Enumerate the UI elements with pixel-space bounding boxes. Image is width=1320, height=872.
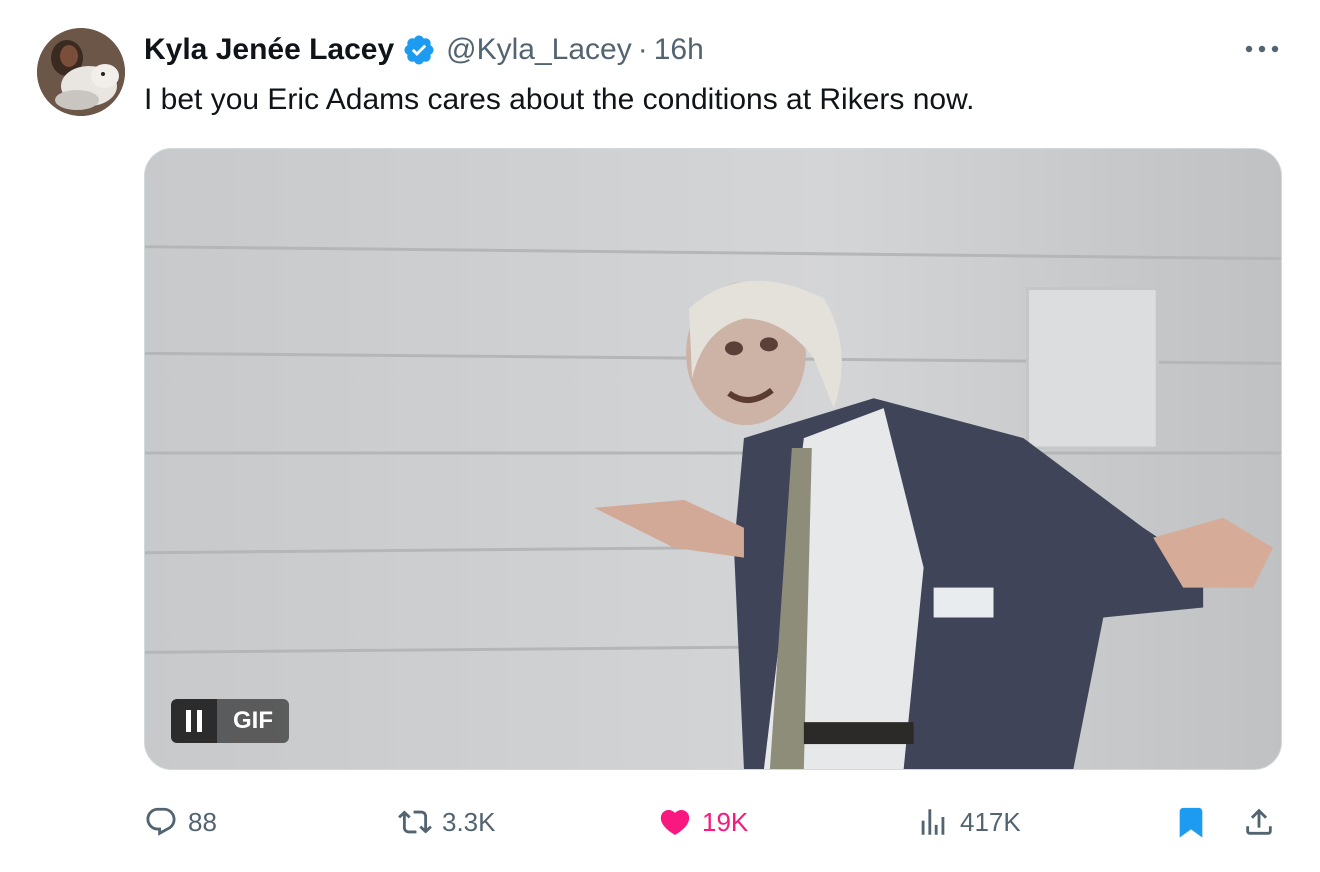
tweet-header: Kyla Jenée Lacey @Kyla_Lacey · 16h	[144, 30, 704, 70]
like-button[interactable]: 19K	[658, 800, 748, 844]
views-chart-icon	[921, 809, 945, 835]
share-button[interactable]	[1242, 800, 1276, 844]
views-button[interactable]: 417K	[916, 800, 1021, 844]
more-dots-icon[interactable]	[1240, 34, 1284, 64]
tweet-card: Kyla Jenée Lacey @Kyla_Lacey · 16h I bet…	[0, 0, 1320, 872]
tweet-actions: 88 3.3K 19K 417K	[144, 800, 1284, 844]
tweet-timestamp[interactable]: 16h	[654, 33, 704, 67]
verified-badge-icon[interactable]	[402, 33, 436, 67]
reply-button[interactable]: 88	[144, 800, 217, 844]
gif-badge: GIF	[171, 699, 289, 743]
retweet-icon	[398, 810, 432, 834]
gif-label: GIF	[217, 699, 289, 743]
pause-icon[interactable]	[171, 699, 217, 743]
share-icon	[1246, 808, 1272, 835]
bookmark-icon	[1179, 807, 1203, 838]
reply-icon	[146, 807, 176, 836]
views-count: 417K	[960, 806, 1021, 837]
retweet-count: 3.3K	[442, 806, 496, 837]
header-separator: ·	[637, 33, 648, 66]
heart-icon	[660, 809, 690, 835]
author-handle[interactable]: @Kyla_Lacey	[446, 33, 632, 67]
author-avatar[interactable]	[37, 28, 125, 116]
retweet-button[interactable]: 3.3K	[398, 800, 496, 844]
reply-count: 88	[188, 806, 217, 837]
bookmark-button[interactable]	[1174, 800, 1208, 844]
like-count: 19K	[702, 806, 749, 837]
tweet-text: I bet you Eric Adams cares about the con…	[144, 83, 975, 116]
author-name[interactable]: Kyla Jenée Lacey	[144, 33, 394, 67]
gif-frame	[145, 149, 1281, 769]
tweet-media-gif[interactable]: GIF	[144, 148, 1282, 770]
